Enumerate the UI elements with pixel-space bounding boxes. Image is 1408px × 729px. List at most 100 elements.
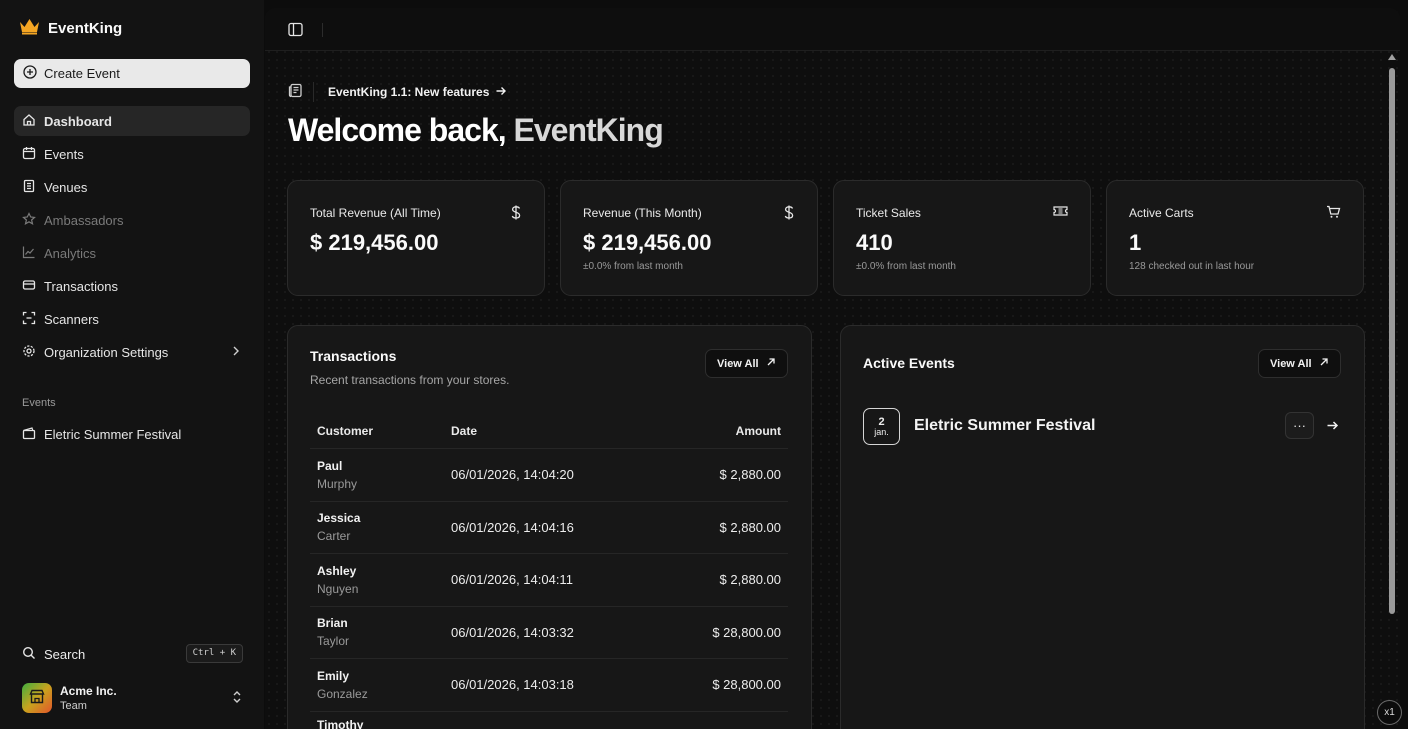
table-row[interactable]: Emily Gonzalez 06/01/2026, 14:03:18 $ 28,… bbox=[310, 659, 788, 712]
search-shortcut: Ctrl + K bbox=[185, 644, 243, 663]
sidebar-toggle-icon[interactable] bbox=[288, 22, 303, 40]
scroll-thumb[interactable] bbox=[1389, 68, 1395, 614]
sidebar-item-analytics[interactable]: Analytics bbox=[14, 238, 250, 268]
topbar bbox=[265, 8, 1400, 51]
transaction-amount: $ 2,880.00 bbox=[719, 467, 781, 483]
newspaper-icon bbox=[288, 83, 303, 101]
transaction-amount: $ 2,880.00 bbox=[719, 519, 781, 535]
stat-card-revenue-month: Revenue (This Month) $ 219,456.00 ±0.0% … bbox=[560, 180, 818, 296]
team-avatar bbox=[22, 683, 52, 713]
active-events-card: Active Events View All 2 jan. Eletric Su… bbox=[840, 325, 1365, 729]
table-row[interactable]: Jessica Carter 06/01/2026, 14:04:16 $ 2,8… bbox=[310, 502, 788, 554]
create-event-button[interactable]: Create Event bbox=[14, 59, 250, 88]
transactions-description: Recent transactions from your stores. bbox=[310, 373, 510, 387]
sidebar-item-label: Venues bbox=[44, 179, 88, 195]
gear-icon bbox=[22, 344, 36, 361]
stat-label: Revenue (This Month) bbox=[583, 206, 702, 220]
sidebar-item-venues[interactable]: Venues bbox=[14, 172, 250, 202]
event-more-button[interactable]: ··· bbox=[1285, 412, 1314, 439]
sidebar-item-dashboard[interactable]: Dashboard bbox=[14, 106, 250, 136]
search-icon bbox=[22, 646, 36, 663]
calendar-icon bbox=[22, 146, 36, 163]
stat-value: $ 219,456.00 bbox=[310, 230, 439, 255]
view-all-label: View All bbox=[1270, 357, 1312, 370]
chart-line-icon bbox=[22, 245, 36, 262]
table-row[interactable]: Timothy bbox=[310, 712, 788, 729]
stat-label: Total Revenue (All Time) bbox=[310, 206, 441, 220]
arrow-up-right-icon bbox=[1319, 357, 1329, 370]
table-row[interactable]: Paul Murphy 06/01/2026, 14:04:20 $ 2,880.… bbox=[310, 449, 788, 502]
arrow-right-icon[interactable] bbox=[1326, 419, 1339, 435]
events-section-label: Events bbox=[22, 397, 56, 409]
main-scrollbar[interactable] bbox=[1386, 52, 1396, 729]
event-day: 2 bbox=[878, 415, 885, 428]
transactions-title: Transactions bbox=[310, 348, 397, 364]
home-icon bbox=[22, 113, 36, 130]
building-icon bbox=[22, 179, 36, 196]
stat-sub: 128 checked out in last hour bbox=[1129, 261, 1255, 272]
sidebar-nav: Dashboard Events Venues Ambassadors Anal… bbox=[14, 106, 250, 370]
stat-sub: ±0.0% from last month bbox=[583, 261, 683, 272]
brand[interactable]: EventKing bbox=[19, 18, 122, 38]
brand-name: EventKing bbox=[48, 19, 123, 37]
transaction-amount: $ 2,880.00 bbox=[719, 572, 781, 588]
zoom-indicator[interactable]: x1 bbox=[1377, 700, 1402, 725]
sidebar-item-label: Analytics bbox=[44, 245, 97, 261]
customer-first-name: Jessica bbox=[317, 511, 361, 526]
stat-value: $ 219,456.00 bbox=[583, 230, 712, 255]
search-label: Search bbox=[44, 646, 86, 662]
active-event-item[interactable]: 2 jan. Eletric Summer Festival ··· bbox=[863, 408, 1343, 445]
customer-first-name: Emily bbox=[317, 668, 350, 683]
sidebar-item-events[interactable]: Events bbox=[14, 139, 250, 169]
store-icon bbox=[29, 689, 45, 707]
welcome-prefix: Welcome back, bbox=[288, 112, 514, 148]
more-icon: ··· bbox=[1293, 418, 1306, 433]
transactions-card: Transactions Recent transactions from yo… bbox=[287, 325, 812, 729]
sidebar-item-label: Transactions bbox=[44, 278, 118, 294]
transaction-amount: $ 28,800.00 bbox=[712, 624, 781, 640]
sidebar-item-label: Events bbox=[44, 146, 84, 162]
sidebar-event-item[interactable]: Eletric Summer Festival bbox=[14, 419, 250, 449]
search-button[interactable]: Search Ctrl + K bbox=[14, 641, 250, 667]
table-row[interactable]: Ashley Nguyen 06/01/2026, 14:04:11 $ 2,88… bbox=[310, 554, 788, 607]
arrow-up-right-icon bbox=[766, 357, 776, 370]
dollar-icon bbox=[783, 205, 795, 223]
sidebar-item-label: Dashboard bbox=[44, 113, 112, 129]
card-icon bbox=[22, 278, 36, 295]
customer-last-name: Taylor bbox=[317, 634, 350, 649]
announcement-divider bbox=[313, 82, 314, 102]
stat-sub: ±0.0% from last month bbox=[856, 261, 956, 272]
page-title: Welcome back, EventKing bbox=[288, 112, 664, 149]
dollar-icon bbox=[510, 205, 522, 223]
stat-card-active-carts: Active Carts 1 128 checked out in last h… bbox=[1106, 180, 1364, 296]
customer-first-name: Brian bbox=[317, 616, 348, 631]
ticket-icon bbox=[22, 426, 36, 443]
stat-card-total-revenue: Total Revenue (All Time) $ 219,456.00 bbox=[287, 180, 545, 296]
customer-last-name: Nguyen bbox=[317, 581, 359, 596]
scroll-up-arrow-icon[interactable] bbox=[1388, 54, 1396, 60]
transaction-date: 06/01/2026, 14:03:18 bbox=[451, 677, 574, 693]
sidebar-item-scanners[interactable]: Scanners bbox=[14, 304, 250, 334]
transactions-view-all-button[interactable]: View All bbox=[705, 349, 788, 378]
customer-last-name: Murphy bbox=[317, 476, 358, 491]
events-view-all-button[interactable]: View All bbox=[1258, 349, 1341, 378]
sidebar-item-ambassadors[interactable]: Ambassadors bbox=[14, 205, 250, 235]
team-switcher[interactable]: Acme Inc. Team bbox=[22, 682, 246, 714]
ticket-icon bbox=[1053, 205, 1068, 220]
transaction-date: 06/01/2026, 14:04:11 bbox=[451, 572, 573, 588]
stat-value: 410 bbox=[856, 230, 893, 255]
announcement-banner[interactable]: EventKing 1.1: New features bbox=[288, 82, 507, 102]
sidebar-item-organization-settings[interactable]: Organization Settings bbox=[14, 337, 250, 367]
sidebar-item-label: Organization Settings bbox=[44, 344, 169, 360]
scan-icon bbox=[22, 311, 36, 328]
table-row[interactable]: Brian Taylor 06/01/2026, 14:03:32 $ 28,80… bbox=[310, 607, 788, 659]
table-header: Customer Date Amount bbox=[310, 414, 788, 449]
transaction-date: 06/01/2026, 14:04:20 bbox=[451, 467, 574, 483]
sidebar-item-transactions[interactable]: Transactions bbox=[14, 271, 250, 301]
chevron-right-icon bbox=[232, 345, 240, 360]
transaction-date: 06/01/2026, 14:03:32 bbox=[451, 624, 574, 640]
view-all-label: View All bbox=[717, 357, 759, 370]
event-date-badge: 2 jan. bbox=[863, 408, 900, 445]
sidebar-item-label: Scanners bbox=[44, 311, 99, 327]
customer-first-name: Paul bbox=[317, 458, 343, 473]
